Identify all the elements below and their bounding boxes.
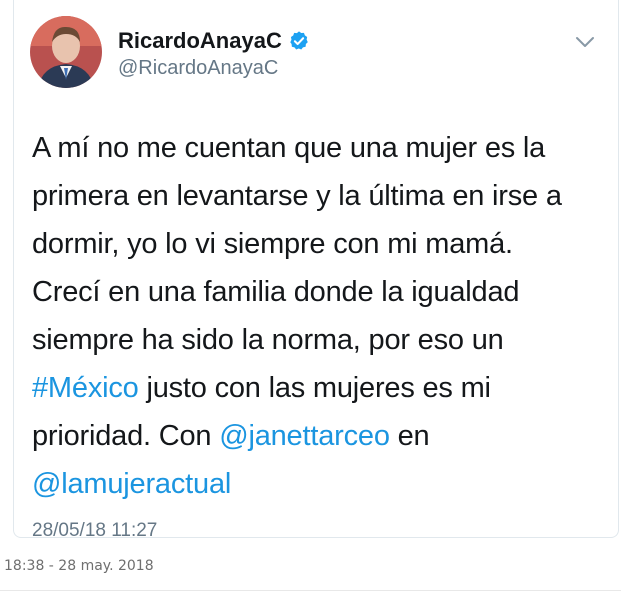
hashtag-link[interactable]: #México <box>32 372 139 404</box>
tweet-text-line: @lamujeractual <box>32 460 612 508</box>
tweet-text-segment: justo con las mujeres es mi <box>138 372 491 404</box>
tweet-card: RicardoAnayaC @RicardoAnayaC A mí no me … <box>13 0 619 538</box>
tweet-text-segment: Crecí en una familia donde la igualdad <box>32 276 520 308</box>
tweet-text-segment: primera en levantarse y la última en irs… <box>32 180 562 212</box>
display-name-text: RicardoAnayaC <box>118 28 282 53</box>
mention-link[interactable]: @janettarceo <box>219 420 390 452</box>
tweet-text: A mí no me cuentan que una mujer es la pr… <box>32 124 612 508</box>
user-handle[interactable]: @RicardoAnayaC <box>118 57 278 80</box>
post-date: 18:38 - 28 may. 2018 <box>4 558 154 574</box>
tweet-text-segment: A mí no me cuentan que una mujer es la <box>32 132 546 164</box>
tweet-text-line: dormir, yo lo vi siempre con mi mamá. <box>32 220 612 268</box>
chevron-down-icon[interactable] <box>574 34 596 50</box>
tweet-text-line: #México justo con las mujeres es mi <box>32 364 612 412</box>
tweet-text-line: primera en levantarse y la última en irs… <box>32 172 612 220</box>
avatar-image <box>30 16 102 88</box>
tweet-text-segment: prioridad. Con <box>32 420 220 452</box>
mention-link[interactable]: @lamujeractual <box>32 468 231 500</box>
avatar[interactable] <box>30 16 102 88</box>
tweet-text-segment: dormir, yo lo vi siempre con mi mamá. <box>32 228 513 260</box>
tweet-text-line: siempre ha sido la norma, por eso un <box>32 316 612 364</box>
tweet-text-segment: en <box>389 420 430 452</box>
tweet-text-line: Crecí en una familia donde la igualdad <box>32 268 612 316</box>
tweet-text-line: A mí no me cuentan que una mujer es la <box>32 124 612 172</box>
verified-icon <box>290 31 308 50</box>
divider <box>0 590 621 591</box>
tweet-text-line: prioridad. Con @janettarceo en <box>32 412 612 460</box>
tweet-text-segment: siempre ha sido la norma, por eso un <box>32 324 504 356</box>
tweet-timestamp[interactable]: 28/05/18 11:27 <box>32 520 157 537</box>
display-name[interactable]: RicardoAnayaC <box>118 28 310 54</box>
